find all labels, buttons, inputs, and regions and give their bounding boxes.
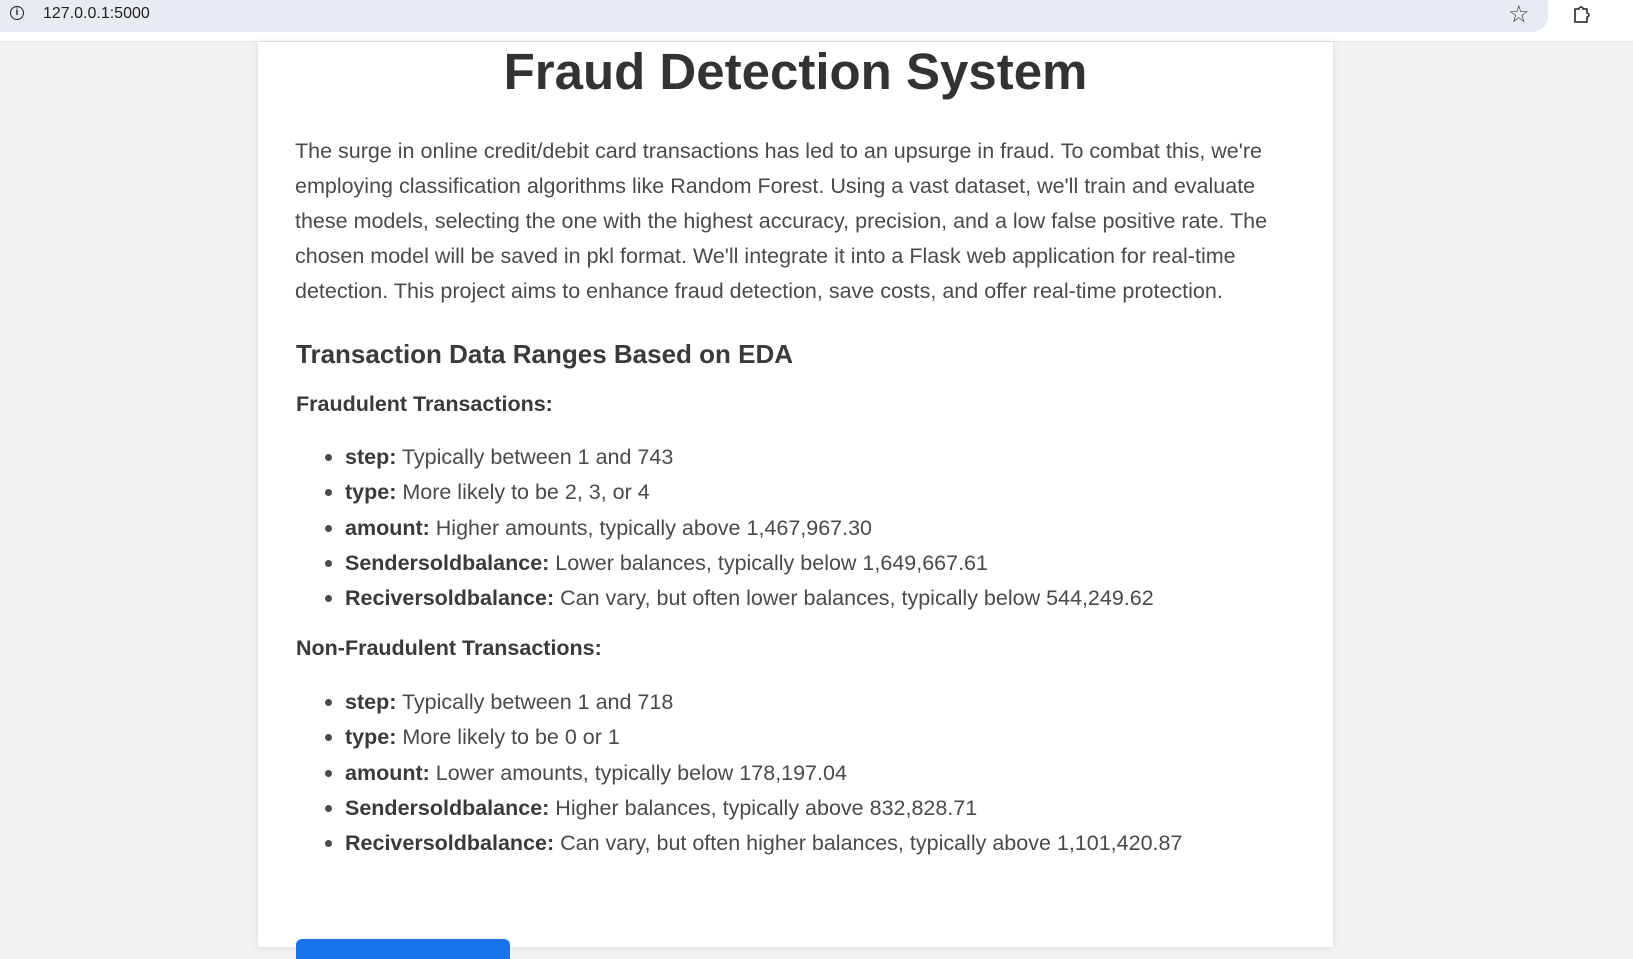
- item-text: More likely to be 0 or 1: [396, 725, 620, 750]
- item-text: Typically between 1 and 718: [396, 690, 674, 714]
- section-title: Transaction Data Ranges Based on EDA: [296, 339, 794, 369]
- puzzle-icon[interactable]: [1571, 3, 1593, 25]
- item-key: step:: [345, 445, 397, 469]
- item-key: step:: [345, 690, 397, 714]
- item-key: type:: [345, 480, 397, 505]
- item-key: Sendersoldbalance:: [345, 550, 550, 575]
- item-text: Typically between 1 and 743: [396, 445, 674, 469]
- item-key: amount:: [345, 515, 430, 540]
- content-card: Fraud Detection System The surge in onli…: [258, 42, 1333, 959]
- list-item: Sendersoldbalance: Lower balances, typic…: [325, 546, 1154, 581]
- list-item: Sendersoldbalance: Higher balances, typi…: [324, 791, 1182, 826]
- item-key: amount:: [345, 760, 430, 785]
- item-text: Can vary, but often lower balances, typi…: [554, 586, 1154, 611]
- item-key: Reciversoldbalance:: [345, 586, 555, 611]
- fraudulent-list: step: Typically between 1 and 743 type: …: [295, 440, 1154, 616]
- star-icon[interactable]: ☆: [1508, 1, 1530, 27]
- item-key: Reciversoldbalance:: [345, 831, 555, 856]
- list-item: type: More likely to be 2, 3, or 4: [325, 475, 1154, 510]
- primary-action-button[interactable]: [296, 939, 510, 959]
- list-item: type: More likely to be 0 or 1: [324, 720, 1182, 755]
- page-title: Fraud Detection System: [503, 43, 1088, 100]
- item-text: Higher amounts, typically above 1,467,96…: [429, 515, 873, 540]
- item-text: Higher balances, typically above 832,828…: [549, 795, 978, 820]
- intro-paragraph: The surge in online credit/debit card tr…: [295, 139, 1268, 303]
- list-item: step: Typically between 1 and 718: [324, 685, 1182, 720]
- item-key: Sendersoldbalance:: [345, 795, 550, 820]
- item-text: Can vary, but often higher balances, typ…: [554, 831, 1183, 856]
- non-fraudulent-list: step: Typically between 1 and 718 type: …: [295, 685, 1182, 861]
- list-item: amount: Lower amounts, typically below 1…: [324, 756, 1182, 791]
- info-icon[interactable]: i: [10, 6, 24, 20]
- non-fraudulent-heading: Non-Fraudulent Transactions:: [296, 636, 602, 660]
- list-item: Reciversoldbalance: Can vary, but often …: [324, 826, 1183, 861]
- item-text: Lower amounts, typically below 178,197.0…: [429, 760, 847, 785]
- fraudulent-heading: Fraudulent Transactions:: [296, 392, 553, 416]
- address-bar[interactable]: i 127.0.0.1:5000: [0, 0, 1548, 32]
- list-item: amount: Higher amounts, typically above …: [325, 511, 1154, 546]
- list-item: step: Typically between 1 and 743: [325, 440, 1154, 475]
- item-text: More likely to be 2, 3, or 4: [396, 480, 650, 505]
- url-text[interactable]: 127.0.0.1:5000: [43, 4, 150, 24]
- item-key: type:: [345, 725, 397, 750]
- browser-toolbar: i 127.0.0.1:5000 ☆: [0, 0, 1633, 42]
- item-text: Lower balances, typically below 1,649,66…: [549, 550, 988, 575]
- list-item: Reciversoldbalance: Can vary, but often …: [325, 581, 1154, 616]
